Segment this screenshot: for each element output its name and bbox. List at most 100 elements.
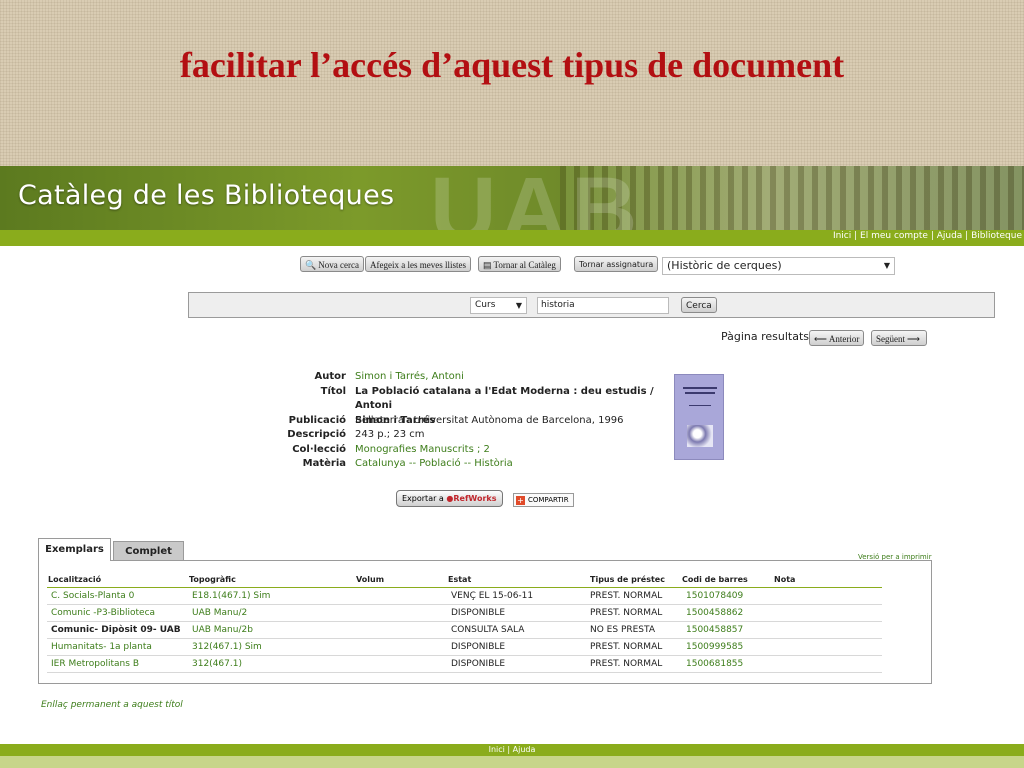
- catalog-icon: ▤: [483, 260, 492, 270]
- refworks-label: RefWorks: [453, 494, 497, 503]
- nav-link-ajuda[interactable]: Ajuda: [937, 231, 963, 241]
- catalog-window: UAB Catàleg de les Biblioteques Inici | …: [0, 166, 1024, 768]
- export-refworks-button[interactable]: Exportar a ●RefWorks: [396, 490, 503, 507]
- search-history-value: (Històric de cerques): [667, 259, 782, 272]
- search-history-select[interactable]: (Històric de cerques) ▼: [662, 257, 895, 275]
- meta-label-autor: Autor: [314, 371, 346, 382]
- col-header-estat: Estat: [448, 575, 472, 584]
- tab-exemplars[interactable]: Exemplars: [38, 538, 111, 561]
- permanent-link[interactable]: Enllaç permanent a aquest títol: [41, 700, 183, 710]
- table-row: IER Metropolitans B 312(467.1) DISPONIBL…: [47, 656, 882, 673]
- loan-type-value: PREST. NORMAL: [590, 659, 663, 669]
- call-number: UAB Manu/2b: [192, 625, 253, 635]
- barcode-value: 1500458857: [686, 625, 744, 635]
- subject-link[interactable]: Catalunya -- Població -- Història: [355, 457, 655, 472]
- meta-label-descripcio: Descripció: [287, 429, 346, 440]
- pager-label: Pàgina resultats:: [721, 330, 813, 343]
- dropdown-arrow-icon: ▼: [515, 301, 522, 310]
- top-nav-links: Inici | El meu compte | Ajuda | Bibliote…: [832, 231, 1022, 241]
- barcode-value: 1500681855: [686, 659, 744, 669]
- location-link[interactable]: Comunic- Dipòsit 09- UAB: [51, 625, 181, 635]
- nav-link-inici[interactable]: Inici: [833, 231, 851, 241]
- holdings-table: Localització Topogràfic Volum Estat Tipu…: [38, 560, 932, 684]
- col-header-volum: Volum: [356, 575, 385, 584]
- loan-type-value: PREST. NORMAL: [590, 608, 663, 618]
- barcode-value: 1500999585: [686, 642, 744, 652]
- status-value: DISPONIBLE: [451, 642, 506, 652]
- back-to-catalog-label: Tornar al Catàleg: [493, 260, 556, 270]
- meta-label-titol: Títol: [320, 385, 346, 397]
- barcode-value: 1501078409: [686, 591, 744, 601]
- status-value: DISPONIBLE: [451, 659, 506, 669]
- location-link[interactable]: IER Metropolitans B: [51, 659, 139, 669]
- arrow-left-icon: ⟵: [814, 334, 827, 344]
- new-search-button[interactable]: 🔍 Nova cerca: [300, 256, 364, 272]
- search-input-value: historia: [541, 300, 575, 310]
- location-link[interactable]: Humanitats- 1a planta: [51, 642, 152, 652]
- catalog-title: Catàleg de les Biblioteques: [18, 180, 395, 211]
- record-title-line1: La Població catalana a l'Edat Moderna : …: [355, 385, 654, 412]
- search-input[interactable]: historia: [537, 297, 669, 314]
- table-row: Humanitats- 1a planta 312(467.1) Sim DIS…: [47, 639, 882, 656]
- arrow-right-icon: ⟶: [907, 334, 920, 344]
- meta-label-colleccio: Col·lecció: [292, 443, 346, 455]
- status-value: VENÇ EL 15-06-11: [451, 591, 534, 601]
- table-row: Comunic -P3-Biblioteca UAB Manu/2 DISPON…: [47, 605, 882, 622]
- col-header-localitzacio: Localització: [48, 575, 102, 584]
- location-link[interactable]: C. Socials-Planta 0: [51, 591, 134, 601]
- previous-button[interactable]: ⟵ Anterior: [809, 330, 865, 346]
- author-link[interactable]: Simon i Tarrés, Antoni: [355, 370, 655, 385]
- table-row: C. Socials-Planta 0 E18.1(467.1) Sim VEN…: [47, 588, 882, 605]
- new-search-label: Nova cerca: [318, 260, 359, 270]
- table-row: Comunic- Dipòsit 09- UAB UAB Manu/2b CON…: [47, 622, 882, 639]
- search-field-select[interactable]: Curs ▼: [470, 297, 527, 314]
- add-to-lists-label: Afegeix a les meves llistes: [370, 260, 466, 270]
- nav-link-biblioteques[interactable]: Biblioteque: [971, 231, 1022, 241]
- collection-link[interactable]: Monografies Manuscrits ; 2: [355, 443, 655, 458]
- tab-complet[interactable]: Complet: [113, 541, 184, 561]
- plus-icon: +: [516, 495, 525, 505]
- location-link[interactable]: Comunic -P3-Biblioteca: [51, 608, 155, 618]
- search-submit-button[interactable]: Cerca: [681, 297, 717, 313]
- loan-type-value: PREST. NORMAL: [590, 591, 663, 601]
- loan-type-value: NO ES PRESTA: [590, 625, 655, 635]
- call-number: UAB Manu/2: [192, 608, 248, 618]
- add-to-lists-button[interactable]: Afegeix a les meves llistes: [365, 256, 471, 272]
- col-header-codi-barres: Codi de barres: [682, 575, 748, 584]
- banner-logo-letters: UAB: [430, 166, 642, 230]
- footer-links[interactable]: Inici | Ajuda: [489, 745, 536, 754]
- publication-value: Bellaterra : Universitat Autònoma de Bar…: [355, 414, 624, 426]
- footer-bar: Inici | Ajuda: [0, 744, 1024, 756]
- back-to-course-label: Tornar assignatura: [579, 260, 654, 269]
- col-header-topografic: Topogràfic: [189, 575, 236, 584]
- meta-label-publicacio: Publicació: [288, 414, 346, 426]
- status-value: DISPONIBLE: [451, 608, 506, 618]
- back-to-course-button[interactable]: Tornar assignatura: [574, 256, 659, 272]
- barcode-value: 1500458862: [686, 608, 744, 618]
- export-label: Exportar a: [402, 494, 444, 503]
- call-number: E18.1(467.1) Sim: [192, 591, 271, 601]
- search-submit-label: Cerca: [686, 301, 712, 311]
- col-header-tipus-prestec: Tipus de préstec: [590, 575, 665, 584]
- meta-label-materia: Matèria: [302, 458, 346, 469]
- next-label: Següent: [876, 334, 905, 344]
- col-header-nota: Nota: [774, 575, 796, 584]
- share-label: COMPARTIR: [528, 496, 569, 504]
- next-button[interactable]: Següent ⟶: [871, 330, 927, 346]
- loan-type-value: PREST. NORMAL: [590, 642, 663, 652]
- description-value: 243 p.; 23 cm: [355, 429, 425, 440]
- call-number: 312(467.1) Sim: [192, 642, 262, 652]
- back-to-catalog-button[interactable]: ▤ Tornar al Catàleg: [478, 256, 561, 272]
- nav-link-meu-compte[interactable]: El meu compte: [860, 231, 928, 241]
- search-bar: Curs ▼ historia Cerca: [188, 292, 995, 318]
- catalog-banner: UAB Catàleg de les Biblioteques: [0, 166, 1024, 230]
- status-value: CONSULTA SALA: [451, 625, 525, 635]
- results-pager: Pàgina resultats:: [721, 330, 813, 343]
- share-button[interactable]: + COMPARTIR: [513, 493, 574, 507]
- call-number: 312(467.1): [192, 659, 242, 669]
- magnifier-icon: 🔍: [305, 260, 317, 270]
- slide-title: facilitar l’accés d’aquest tipus de docu…: [179, 45, 845, 85]
- previous-label: Anterior: [828, 334, 860, 344]
- dropdown-arrow-icon: ▼: [883, 261, 890, 270]
- footer-strip: [0, 756, 1024, 768]
